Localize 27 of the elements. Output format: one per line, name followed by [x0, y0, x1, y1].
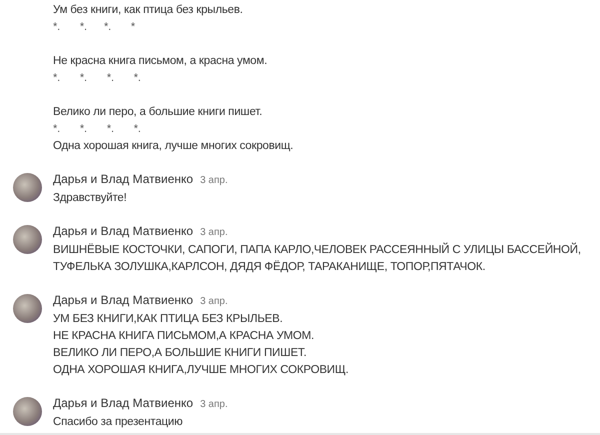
avatar-icon[interactable]	[13, 173, 42, 202]
comment-text: НЕ КРАСНА КНИГА ПИСЬМОМ,А КРАСНА УМОМ.	[53, 329, 316, 344]
comment-date: 3 апр.	[200, 399, 228, 410]
avatar-icon[interactable]	[13, 294, 42, 323]
comment-text: Не красна книга письмом, а красна умом.	[53, 54, 268, 69]
avatar-icon[interactable]	[13, 225, 42, 254]
comment-date: 3 апр.	[200, 175, 228, 186]
asterisk-line: *. *. *. *.	[53, 71, 142, 86]
comment-author[interactable]: Дарья и Влад Матвиенко	[53, 292, 194, 309]
comment-author[interactable]: Дарья и Влад Матвиенко	[53, 223, 194, 240]
comment-author[interactable]: Дарья и Влад Матвиенко	[53, 395, 194, 412]
comment-text: Одна хорошая книга, лучше многих сокровищ.	[53, 139, 294, 154]
comment-date: 3 апр.	[200, 227, 228, 238]
comment-text: ВИШНЁВЫЕ КОСТОЧКИ, САПОГИ, ПАПА КАРЛО,ЧЕЛОВЕК РАССЕЯННЫЙ С УЛИЦЫ БАССЕЙНОЙ,	[53, 242, 581, 258]
comment-date: 3 апр.	[200, 296, 228, 307]
comment-text: Спасибо за презентацию	[53, 415, 184, 430]
comment-author[interactable]: Дарья и Влад Матвиенко	[53, 171, 194, 188]
comment-text: ОДНА ХОРОШАЯ КНИГА,ЛУЧШЕ МНОГИХ СОКРОВИЩ.	[53, 363, 348, 378]
comment-text: Велико ли перо, а большие книги пишет.	[53, 105, 264, 120]
comment-text: Здравствуйте!	[53, 191, 128, 206]
avatar-icon[interactable]	[13, 397, 42, 426]
asterisk-line: *. *. *. *.	[53, 122, 142, 137]
comment-text: УМ БЕЗ КНИГИ,КАК ПТИЦА БЕЗ КРЫЛЬЕВ.	[53, 312, 284, 327]
comment-text: Ум без книги, как птица без крыльев.	[53, 3, 244, 18]
comment-text: ВЕЛИКО ЛИ ПЕРО,А БОЛЬШИЕ КНИГИ ПИШЕТ.	[53, 346, 308, 361]
asterisk-line: *. *. *. *	[53, 20, 136, 35]
comment-text: ТУФЕЛЬКА ЗОЛУШКА,КАРЛСОН, ДЯДЯ ФЁДОР, ТАРАКАНИЩЕ, ТОПОР,ПЯТАЧОК.	[53, 259, 486, 275]
